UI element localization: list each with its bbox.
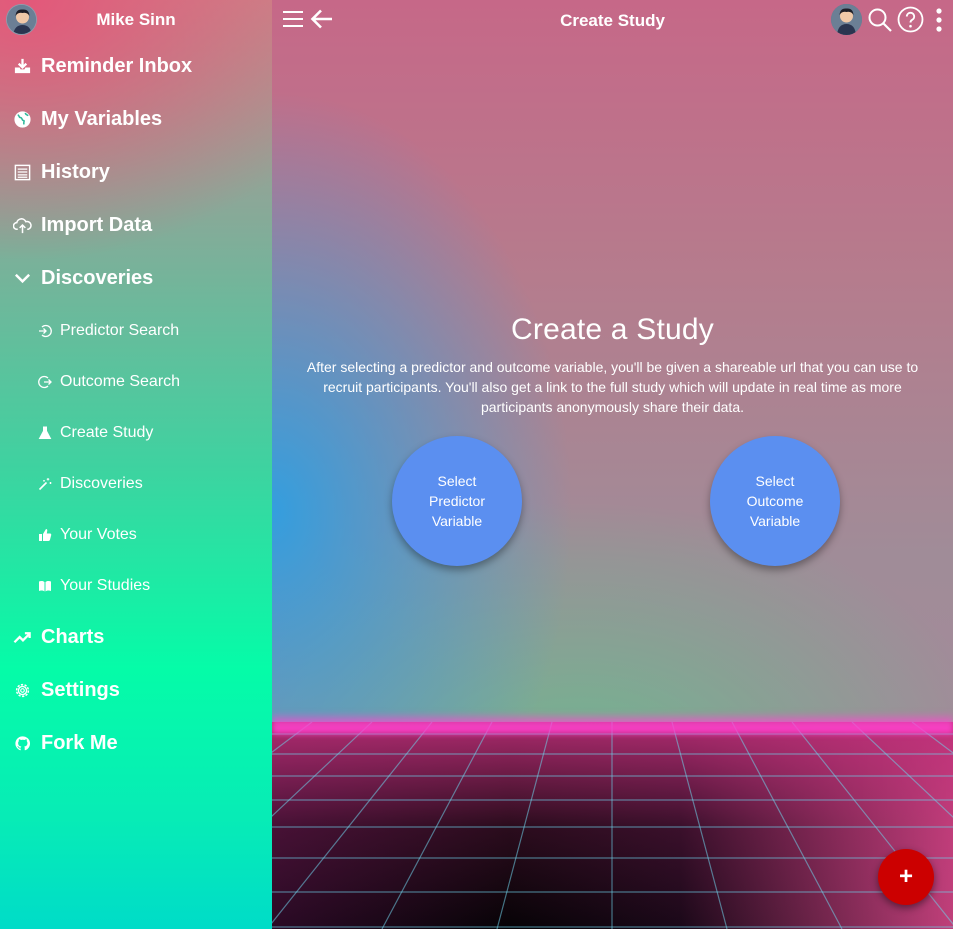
chevron-down-icon <box>11 269 33 289</box>
user-avatar[interactable] <box>831 4 862 35</box>
sign-out-icon <box>37 374 52 389</box>
sidebar-subitem-label: Discoveries <box>60 474 143 492</box>
sidebar-nav: Reminder Inbox My Variables History Impo… <box>0 40 272 770</box>
sidebar-subitem-label: Your Votes <box>60 525 137 543</box>
sidebar-item-charts[interactable]: Charts <box>0 611 272 664</box>
sidebar-item-label: My Variables <box>41 108 163 130</box>
sidebar-item-history[interactable]: History <box>0 146 272 199</box>
sidebar-subitem-create-study[interactable]: Create Study <box>0 407 272 458</box>
sign-in-icon <box>37 323 52 338</box>
sidebar-item-label: Settings <box>41 679 120 701</box>
sidebar-item-settings[interactable]: Settings <box>0 664 272 717</box>
magic-wand-icon <box>37 476 52 491</box>
sidebar-subitem-predictor-search[interactable]: Predictor Search <box>0 305 272 356</box>
help-icon[interactable] <box>897 6 924 33</box>
book-icon <box>37 578 52 593</box>
trending-up-icon <box>11 628 33 648</box>
sidebar-subitem-discoveries[interactable]: Discoveries <box>0 458 272 509</box>
sidebar: Mike Sinn Reminder Inbox My Variables Hi… <box>0 0 272 929</box>
sidebar-item-label: History <box>41 161 110 183</box>
globe-icon <box>11 110 33 130</box>
create-study-description: After selecting a predictor and outcome … <box>306 359 919 415</box>
main-content: Create Study Create a Study After select… <box>272 0 953 929</box>
sidebar-item-import-data[interactable]: Import Data <box>0 199 272 252</box>
select-outcome-button[interactable]: Select Outcome Variable <box>710 436 840 566</box>
sidebar-header: Mike Sinn <box>0 0 272 40</box>
select-predictor-label: Select Predictor Variable <box>428 473 486 529</box>
create-study-panel: Create a Study After selecting a predict… <box>272 313 953 417</box>
sidebar-item-fork-me[interactable]: Fork Me <box>0 717 272 770</box>
sidebar-item-label: Discoveries <box>41 267 154 289</box>
add-fab-button[interactable]: + <box>878 849 934 905</box>
sidebar-subitem-label: Create Study <box>60 423 154 441</box>
sidebar-item-reminder-inbox[interactable]: Reminder Inbox <box>0 40 272 93</box>
gear-icon <box>11 681 33 701</box>
inbox-download-icon <box>11 57 33 77</box>
search-icon[interactable] <box>867 7 893 33</box>
sidebar-item-label: Reminder Inbox <box>41 55 193 77</box>
sidebar-item-discoveries-group[interactable]: Discoveries <box>0 252 272 305</box>
sidebar-item-label: Charts <box>41 626 105 648</box>
thumbs-up-icon <box>37 527 52 542</box>
add-icon: + <box>898 863 913 890</box>
top-bar: Create Study <box>272 0 953 40</box>
select-outcome-label: Select Outcome Variable <box>746 473 804 529</box>
github-icon <box>11 734 33 754</box>
select-predictor-button[interactable]: Select Predictor Variable <box>392 436 522 566</box>
sidebar-subitem-outcome-search[interactable]: Outcome Search <box>0 356 272 407</box>
flask-icon <box>37 425 52 440</box>
sidebar-subitem-your-studies[interactable]: Your Studies <box>0 560 272 611</box>
sidebar-item-my-variables[interactable]: My Variables <box>0 93 272 146</box>
horizon-glow <box>272 712 953 734</box>
sidebar-item-label: Fork Me <box>41 732 118 754</box>
sidebar-subitem-label: Predictor Search <box>60 321 180 339</box>
sidebar-subitem-label: Outcome Search <box>60 372 181 390</box>
cloud-upload-icon <box>11 216 33 236</box>
user-name: Mike Sinn <box>96 10 176 29</box>
sidebar-subitem-your-votes[interactable]: Your Votes <box>0 509 272 560</box>
grid-floor-background <box>272 722 953 929</box>
create-study-heading: Create a Study <box>511 313 714 346</box>
sidebar-subitem-label: Your Studies <box>60 576 151 594</box>
more-vertical-icon[interactable] <box>932 7 946 33</box>
sidebar-item-label: Import Data <box>41 214 153 236</box>
list-icon <box>11 163 33 183</box>
